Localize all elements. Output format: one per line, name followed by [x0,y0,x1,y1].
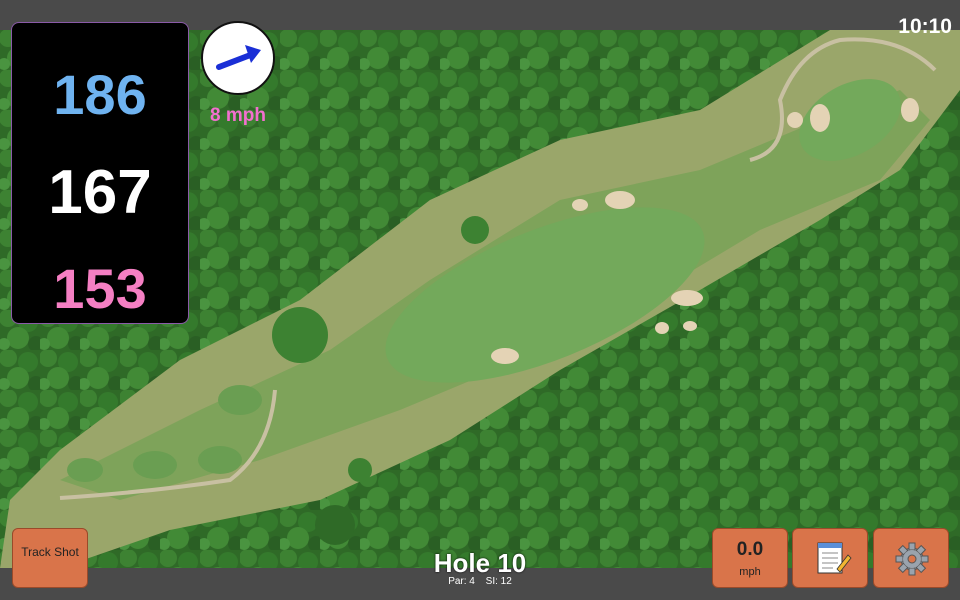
speed-value: 0.0 [736,539,764,560]
speed-button[interactable]: 0.0 mph [712,528,788,588]
hole-stroke-index: SI: 12 [485,576,512,587]
wind-indicator[interactable] [201,21,275,95]
notepad-icon [817,542,852,574]
settings-button[interactable] [873,528,949,588]
speed-unit: mph [739,566,761,578]
hole-info: Par: 4 SI: 12 [380,576,580,587]
notes-button[interactable] [792,528,868,588]
yardage-panel: 186 167 153 [11,22,189,324]
hole-title: Hole 10 [433,548,527,578]
wind-arrow-icon [216,45,261,70]
wind-speed: 8 mph [210,105,266,126]
middle-yardage: 167 [48,158,152,227]
gear-icon [895,542,929,576]
track-shot-button[interactable]: Track Shot [12,528,88,588]
back-yardage: 186 [53,63,147,126]
clock: 10:10 [898,15,952,38]
front-yardage: 153 [53,257,147,320]
hole-par: Par: 4 [448,576,475,587]
